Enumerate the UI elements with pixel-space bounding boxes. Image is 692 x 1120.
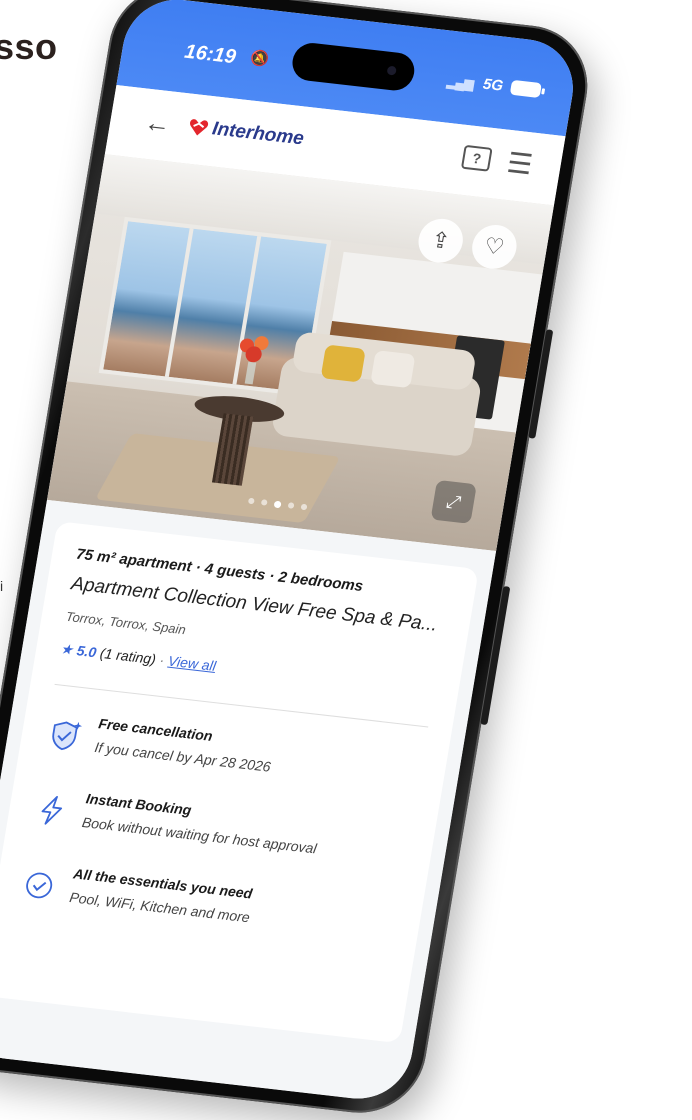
network-type: 5G	[481, 75, 505, 95]
hamburger-menu-icon[interactable]: ☰	[505, 146, 535, 181]
dynamic-island	[289, 41, 418, 93]
listing-card: 75 m² apartment · 4 guests · 2 bedrooms …	[0, 521, 479, 1044]
listing-location: Torrox, Torrox, Spain	[64, 608, 187, 638]
expand-icon[interactable]: ⤢	[430, 479, 477, 524]
background-heading: sso	[0, 26, 58, 67]
shield-check-icon	[52, 721, 83, 751]
view-all-link[interactable]: View all	[167, 653, 217, 674]
lightning-icon	[41, 795, 63, 825]
rating-count: (1 rating)	[98, 644, 158, 668]
feature-description: Book without waiting for host approval	[80, 813, 318, 857]
back-arrow-icon[interactable]: ←	[142, 107, 173, 141]
listing-photo[interactable]: ⇪ ♡ ⤢	[47, 154, 554, 552]
listing-details: 75 m² apartment · 4 guests · 2 bedrooms …	[0, 499, 497, 1105]
signal-icon: ▂▄▆	[445, 73, 475, 92]
check-circle-icon	[26, 872, 53, 899]
background-text: i	[0, 578, 4, 594]
phone-screen: 16:19 🔕 ▂▄▆ 5G ← Interhome ? ☰ ⇪ ♡ ⤢ 75 …	[0, 0, 581, 1105]
status-time: 16:19	[182, 40, 238, 69]
battery-icon	[509, 79, 542, 99]
side-button	[528, 329, 554, 439]
feature-title: Free cancellation	[97, 715, 214, 744]
brand-name: Interhome	[210, 118, 306, 150]
interhome-heart-icon	[190, 119, 209, 136]
interhome-logo[interactable]: Interhome	[187, 116, 306, 151]
help-chat-icon[interactable]: ?	[460, 144, 493, 172]
rating-score: 5.0	[75, 642, 98, 661]
feature-title: Instant Booking	[84, 790, 193, 819]
phone-frame: 16:19 🔕 ▂▄▆ 5G ← Interhome ? ☰ ⇪ ♡ ⤢ 75 …	[0, 0, 597, 1120]
listing-rating: ★ 5.0 (1 rating) · View all	[59, 640, 217, 674]
feature-description: If you cancel by Apr 28 2026	[93, 738, 272, 775]
star-icon: ★	[59, 640, 75, 658]
silent-bell-icon: 🔕	[249, 49, 271, 69]
